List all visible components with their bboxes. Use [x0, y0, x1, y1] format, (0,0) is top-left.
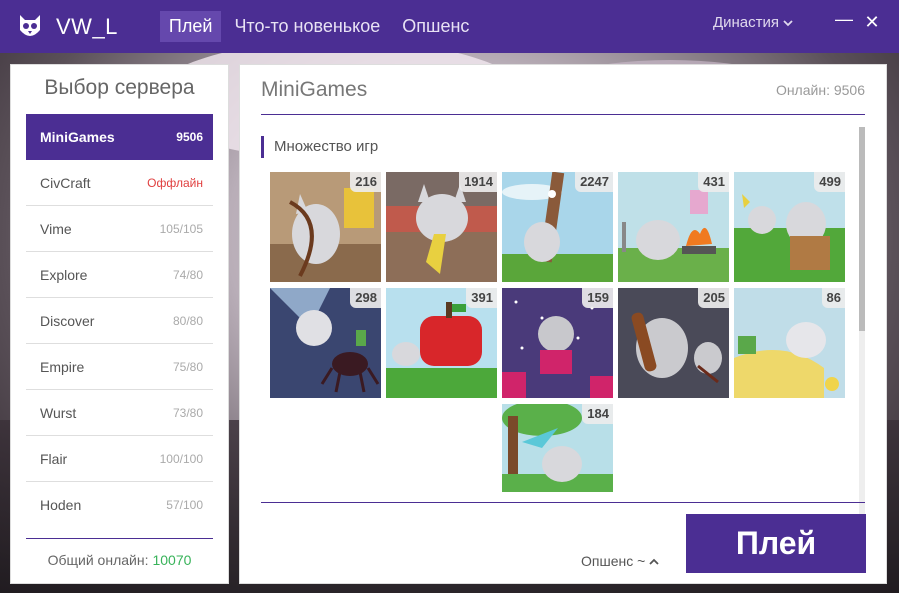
server-name: Empire: [40, 358, 85, 375]
account-dropdown[interactable]: Династия: [713, 14, 793, 31]
server-online: Онлайн: 9506: [775, 82, 865, 98]
player-count-badge: 391: [466, 288, 497, 308]
server-name: Vime: [40, 220, 72, 237]
server-count: 80/80: [172, 313, 203, 328]
server-name: Discover: [40, 312, 95, 329]
scrollbar[interactable]: [859, 127, 865, 557]
server-item[interactable]: Explore 74/80: [26, 252, 213, 298]
options-label: Опшенс ~: [581, 553, 646, 569]
server-name: CivCraft: [40, 174, 91, 191]
game-tile[interactable]: 431: [618, 172, 729, 282]
game-tile[interactable]: 2247: [502, 172, 613, 282]
server-name: Wurst: [40, 404, 77, 421]
server-name: Explore: [40, 266, 88, 283]
server-count: 105/105: [159, 221, 203, 236]
divider: [261, 114, 865, 115]
account-label: Династия: [712, 14, 779, 31]
title-bar: VW_L Плей Что-то новенькое Опшенс Династ…: [0, 0, 899, 53]
game-panel: MiniGames Онлайн: 9506 Множество игр 216: [239, 64, 887, 584]
server-count: 9506: [176, 129, 203, 144]
nav-options[interactable]: Опшенс: [393, 11, 478, 42]
player-count-badge: 2247: [575, 172, 613, 192]
section-title: Множество игр: [261, 136, 378, 158]
player-count-badge: 86: [821, 288, 845, 308]
player-count-badge: 184: [582, 404, 613, 424]
game-tile[interactable]: 298: [270, 288, 381, 398]
total-online-value: 10070: [152, 552, 192, 568]
server-item[interactable]: Flair 100/100: [26, 436, 213, 482]
close-button[interactable]: ✕: [861, 12, 883, 33]
server-item[interactable]: Discover 80/80: [26, 298, 213, 344]
server-count: Оффлайн: [147, 175, 203, 190]
server-list: MiniGames 9506 CivCraft Оффлайн Vime 105…: [26, 114, 213, 528]
game-tile[interactable]: 216: [270, 172, 381, 282]
player-count-badge: 431: [698, 172, 729, 192]
server-item[interactable]: CivCraft Оффлайн: [26, 160, 213, 206]
server-panel-title: Выбор сервера: [44, 76, 195, 99]
game-tile[interactable]: 391: [386, 288, 497, 398]
game-tile[interactable]: 499: [734, 172, 845, 282]
scrollbar-thumb[interactable]: [859, 127, 865, 331]
play-button[interactable]: Плей: [686, 514, 866, 573]
server-item[interactable]: Empire 75/80: [26, 344, 213, 390]
server-count: 74/80: [172, 267, 203, 282]
options-toggle[interactable]: Опшенс ~: [581, 553, 659, 569]
server-name: MiniGames: [40, 128, 115, 145]
server-title: MiniGames: [261, 78, 368, 101]
total-online: Общий онлайн: 10070: [11, 552, 228, 568]
nav-play[interactable]: Плей: [159, 11, 222, 42]
app-name: VW_L: [56, 13, 118, 39]
game-tile[interactable]: 159: [502, 288, 613, 398]
main-nav: Плей Что-то новенькое Опшенс: [159, 11, 483, 43]
minimize-button[interactable]: —: [833, 9, 855, 30]
server-item[interactable]: Wurst 73/80: [26, 390, 213, 436]
player-count-badge: 298: [350, 288, 381, 308]
game-tile[interactable]: 86: [734, 288, 845, 398]
server-count: 73/80: [172, 405, 203, 420]
game-tile[interactable]: 1914: [386, 172, 497, 282]
server-count: 100/100: [159, 451, 203, 466]
server-count: 75/80: [172, 359, 203, 374]
server-panel: Выбор сервера MiniGames 9506 CivCraft Оф…: [10, 64, 229, 584]
server-name: Hoden: [40, 497, 82, 513]
chevron-up-icon: [649, 553, 659, 569]
owl-logo-icon: [18, 14, 42, 40]
player-count-badge: 205: [698, 288, 729, 308]
player-count-badge: 499: [814, 172, 845, 192]
server-name: Flair: [40, 450, 68, 467]
player-count-badge: 1914: [459, 172, 497, 192]
divider: [261, 502, 865, 503]
server-item[interactable]: Hoden 57/100: [26, 482, 213, 528]
divider: [26, 538, 213, 539]
total-online-label: Общий онлайн:: [47, 552, 149, 568]
player-count-badge: 216: [350, 172, 381, 192]
chevron-down-icon: [783, 14, 793, 31]
game-tile[interactable]: 184: [502, 404, 613, 492]
server-count: 57/100: [166, 498, 203, 512]
player-count-badge: 159: [582, 288, 613, 308]
nav-whats-new[interactable]: Что-то новенькое: [225, 11, 389, 42]
server-item[interactable]: Vime 105/105: [26, 206, 213, 252]
server-item[interactable]: MiniGames 9506: [26, 114, 213, 160]
game-tile[interactable]: 205: [618, 288, 729, 398]
